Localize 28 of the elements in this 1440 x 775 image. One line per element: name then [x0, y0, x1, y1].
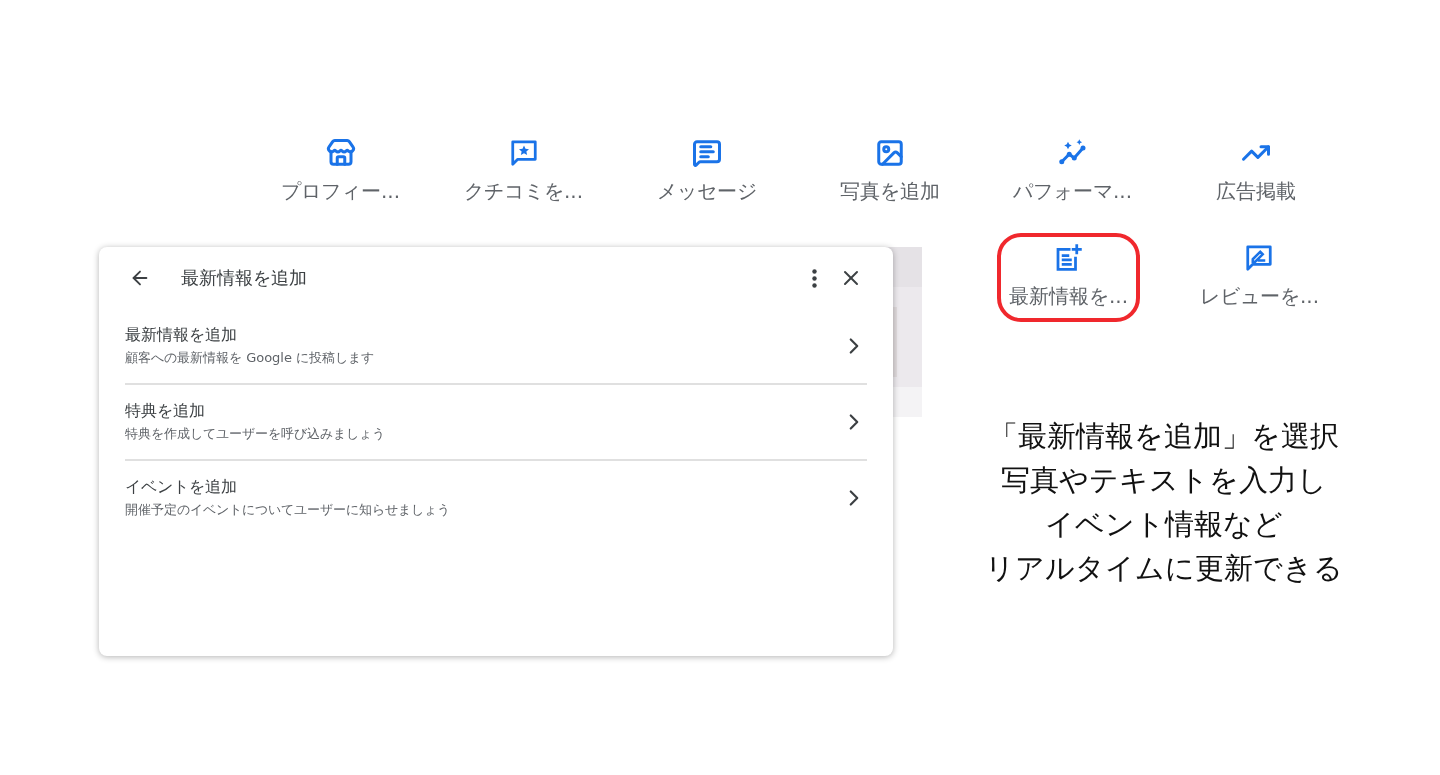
store-icon [325, 138, 356, 168]
item-subtitle: 開催予定のイベントについてユーザーに知らせましょう [125, 501, 450, 519]
menu-item[interactable]: 最新情報を追加 顧客への最新情報を Google に投稿します [125, 309, 867, 385]
menu-item[interactable]: イベントを追加 開催予定のイベントについてユーザーに知らせましょう [125, 461, 867, 535]
item-subtitle: 顧客への最新情報を Google に投稿します [125, 349, 375, 367]
caption-line: 写真やテキストを入力し [1000, 462, 1328, 499]
action-button[interactable]: 最新情報を... [996, 233, 1141, 322]
item-title: イベントを追加 [125, 477, 237, 498]
caption-line: 「最新情報を追加」を選択 [988, 418, 1340, 455]
dialog-title: 最新情報を追加 [181, 266, 308, 290]
action-button[interactable]: 広告掲載 [1164, 128, 1347, 217]
menu-item[interactable]: 特典を追加 特典を作成してユーザーを呼び込みましょう [125, 385, 867, 461]
action-button[interactable]: クチコミを... [432, 128, 615, 217]
item-title: 特典を追加 [125, 401, 205, 422]
photo-icon [874, 138, 905, 168]
action-button[interactable]: プロフィー... [249, 128, 432, 217]
more-options-icon [812, 268, 817, 288]
item-subtitle: 特典を作成してユーザーを呼び込みましょう [125, 425, 385, 443]
edit-comment-icon [1244, 243, 1275, 273]
action-button[interactable]: メッセージ [615, 128, 798, 217]
action-button[interactable]: 写真を追加 [798, 128, 981, 217]
message-icon [691, 138, 722, 168]
star-comment-icon [508, 138, 539, 168]
caption-line: イベント情報など [1044, 506, 1284, 543]
caption-line: リアルタイムに更新できる [985, 550, 1343, 587]
action-button[interactable]: パフォーマ... [981, 128, 1164, 217]
item-title: 最新情報を追加 [125, 325, 237, 346]
action-button[interactable]: レビューを... [1187, 233, 1332, 322]
